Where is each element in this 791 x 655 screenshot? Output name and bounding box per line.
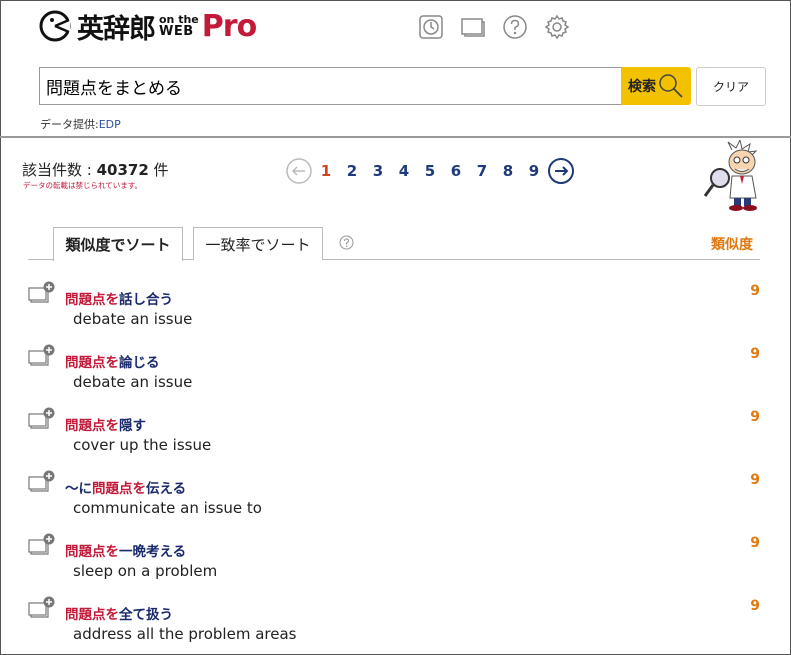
header-divider bbox=[0, 136, 791, 138]
entry-highlight: 問題点を bbox=[65, 355, 119, 371]
page-link-6[interactable]: 6 bbox=[443, 162, 469, 180]
add-to-wordbook-icon[interactable] bbox=[28, 281, 58, 303]
entry-rest: 全て扱う bbox=[119, 607, 173, 623]
count-unit: 件 bbox=[148, 161, 169, 179]
result-item: 問題点を隠す cover up the issue 9 bbox=[28, 407, 763, 471]
logo-title: 英辞郎 bbox=[77, 13, 156, 45]
result-item: 問題点を全て扱う address all the problem areas 9 bbox=[28, 596, 763, 655]
add-to-wordbook-icon[interactable] bbox=[28, 470, 58, 492]
entry-rest: 隠す bbox=[119, 418, 146, 434]
page-link-8[interactable]: 8 bbox=[495, 162, 521, 180]
header-toolbar bbox=[418, 14, 570, 40]
prev-page-icon[interactable] bbox=[285, 157, 313, 185]
result-entry[interactable]: 問題点を隠す bbox=[65, 414, 146, 434]
page-link-7[interactable]: 7 bbox=[469, 162, 495, 180]
app-logo[interactable]: 英辞郎 on the WEB Pro bbox=[39, 8, 257, 45]
entry-highlight: 問題点を bbox=[65, 418, 119, 434]
next-page-icon[interactable] bbox=[547, 157, 575, 185]
settings-icon[interactable] bbox=[544, 14, 570, 40]
professor-mascot-icon bbox=[703, 140, 758, 211]
pacman-logo-icon bbox=[39, 10, 71, 42]
entry-translation: debate an issue bbox=[73, 373, 193, 391]
entry-translation: debate an issue bbox=[73, 310, 193, 328]
result-item: 問題点を論じる debate an issue 9 bbox=[28, 344, 763, 408]
data-provider: データ提供:EDP bbox=[40, 116, 121, 132]
help-icon[interactable] bbox=[502, 14, 528, 40]
result-entry[interactable]: 問題点を論じる bbox=[65, 351, 160, 371]
logo-web: WEB bbox=[159, 24, 194, 39]
search-button-label: 検索 bbox=[628, 78, 656, 94]
entry-rest: 伝える bbox=[146, 481, 187, 497]
entry-translation: sleep on a problem bbox=[73, 562, 218, 580]
entry-highlight: 問題点を bbox=[65, 292, 119, 308]
result-entry[interactable]: 問題点を話し合う bbox=[65, 288, 173, 308]
add-to-wordbook-icon[interactable] bbox=[28, 407, 58, 429]
count-value: 40372 bbox=[96, 161, 149, 179]
logo-subtitle: on the WEB bbox=[159, 14, 199, 39]
page-link-1[interactable]: 1 bbox=[313, 162, 339, 180]
entry-rest: 一晩考える bbox=[119, 544, 187, 560]
result-entry[interactable]: 問題点を全て扱う bbox=[65, 603, 173, 623]
page-link-3[interactable]: 3 bbox=[365, 162, 391, 180]
clear-button[interactable]: クリア bbox=[696, 67, 766, 106]
result-count: 該当件数 : 40372 件 bbox=[22, 159, 169, 180]
provider-label: データ提供: bbox=[40, 118, 99, 131]
tab-sort-match-rate[interactable]: 一致率でソート bbox=[193, 227, 323, 260]
logo-pro: Pro bbox=[201, 8, 257, 44]
add-to-wordbook-icon[interactable] bbox=[28, 596, 58, 618]
sort-tabs: 類似度でソート 一致率でソート 類似度 bbox=[28, 227, 760, 261]
entry-rest: 話し合う bbox=[119, 292, 173, 308]
result-entry[interactable]: 問題点を一晩考える bbox=[65, 540, 186, 560]
pagination: 1 2 3 4 5 6 7 8 9 bbox=[285, 157, 575, 185]
tab-sort-similarity[interactable]: 類似度でソート bbox=[53, 227, 183, 261]
search-input[interactable] bbox=[39, 67, 622, 105]
search-button[interactable]: 検索 bbox=[621, 67, 691, 105]
count-label: 該当件数 : bbox=[22, 161, 97, 179]
entry-rest: 論じる bbox=[119, 355, 160, 371]
similarity-score: 9 bbox=[750, 409, 760, 425]
similarity-score: 9 bbox=[750, 598, 760, 614]
result-item: 問題点を話し合う debate an issue 9 bbox=[28, 281, 763, 345]
entry-translation: cover up the issue bbox=[73, 436, 212, 454]
entry-highlight: 問題点を bbox=[92, 481, 146, 497]
magnifier-icon bbox=[659, 74, 683, 98]
page-link-5[interactable]: 5 bbox=[417, 162, 443, 180]
provider-link[interactable]: EDP bbox=[99, 118, 121, 131]
result-item: 問題点を一晩考える sleep on a problem 9 bbox=[28, 533, 763, 597]
result-entry[interactable]: ～に問題点を伝える bbox=[65, 477, 186, 497]
copyright-notice: データの転載は禁じられています。 bbox=[23, 181, 143, 190]
result-item: ～に問題点を伝える communicate an issue to 9 bbox=[28, 470, 763, 534]
entry-translation: address all the problem areas bbox=[73, 625, 297, 643]
similarity-score: 9 bbox=[750, 283, 760, 299]
similarity-score: 9 bbox=[750, 535, 760, 551]
page-link-4[interactable]: 4 bbox=[391, 162, 417, 180]
entry-prefix: ～に bbox=[65, 481, 92, 497]
add-to-wordbook-icon[interactable] bbox=[28, 344, 58, 366]
similarity-score: 9 bbox=[750, 346, 760, 362]
similarity-score: 9 bbox=[750, 472, 760, 488]
sort-help-icon[interactable] bbox=[339, 235, 354, 250]
history-icon[interactable] bbox=[418, 14, 444, 40]
entry-highlight: 問題点を bbox=[65, 544, 119, 560]
entry-highlight: 問題点を bbox=[65, 607, 119, 623]
results-list: 問題点を話し合う debate an issue 9 問題点を論じる debat… bbox=[28, 281, 763, 655]
page-link-9[interactable]: 9 bbox=[521, 162, 547, 180]
add-to-wordbook-icon[interactable] bbox=[28, 533, 58, 555]
entry-translation: communicate an issue to bbox=[73, 499, 262, 517]
wordbook-icon[interactable] bbox=[460, 14, 486, 40]
similarity-column-header: 類似度 bbox=[711, 237, 753, 253]
page-link-2[interactable]: 2 bbox=[339, 162, 365, 180]
